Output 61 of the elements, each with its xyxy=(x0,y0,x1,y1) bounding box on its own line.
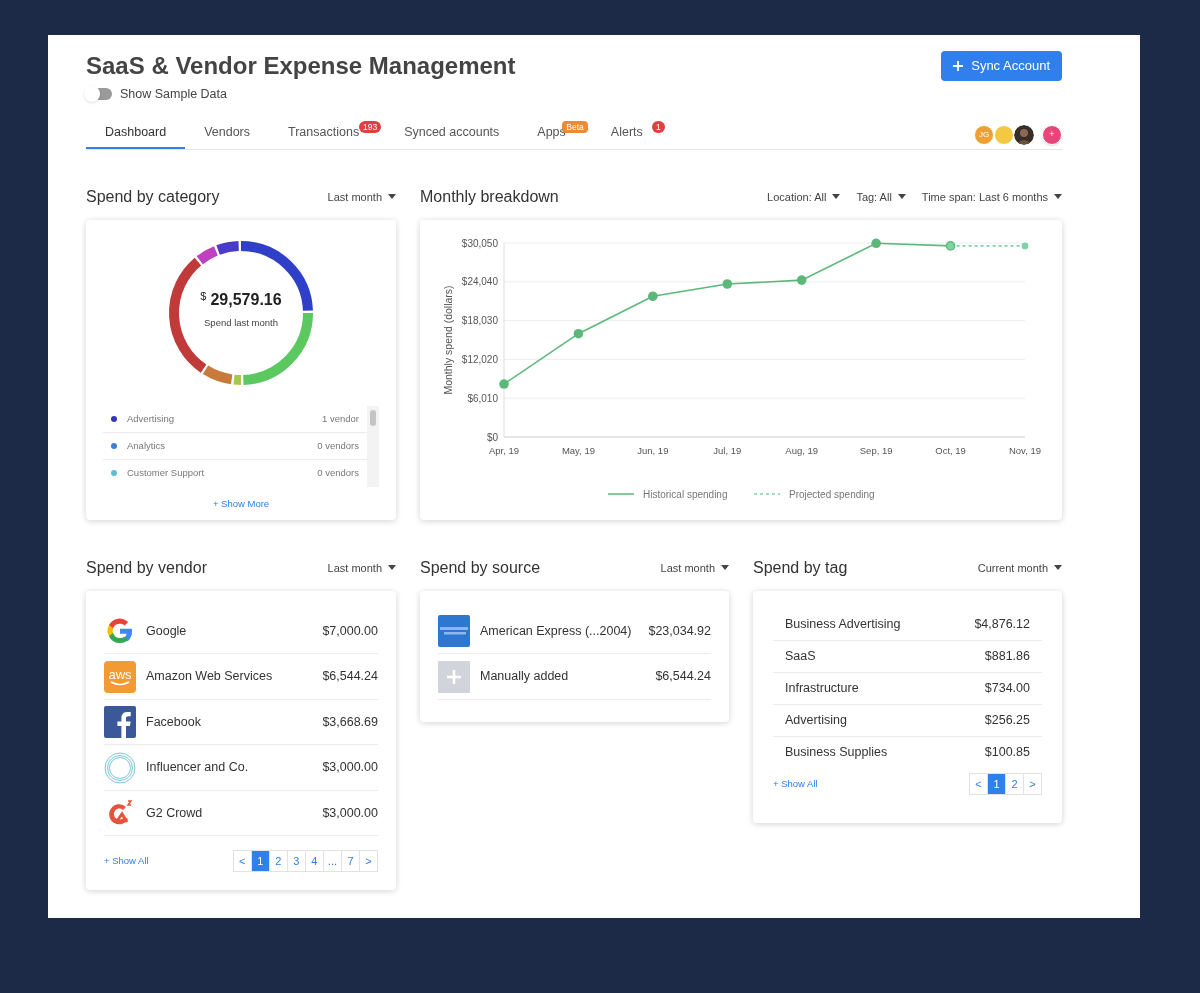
row-name: American Express (...2004) xyxy=(480,622,633,640)
row-name: SaaS xyxy=(785,647,817,665)
row-name: Influencer and Co. xyxy=(146,759,250,777)
toggle-label: Show Sample Data xyxy=(120,86,227,103)
x-tick-label: Jun, 19 xyxy=(637,444,669,456)
x-tick-label: May, 19 xyxy=(561,444,595,456)
section-title: Spend by vendor xyxy=(86,557,207,578)
row-amount: $100.85 xyxy=(984,744,1030,762)
category-name: Advertising xyxy=(127,411,175,426)
x-tick-label: Nov, 19 xyxy=(1009,444,1041,456)
x-tick-label: Jul, 19 xyxy=(713,444,742,456)
section-title: Monthly breakdown xyxy=(420,186,559,207)
beta-badge: Beta xyxy=(562,120,588,133)
row-name: Facebook xyxy=(146,713,202,731)
y-tick-label: $6,010 xyxy=(467,392,498,404)
row-amount: $6,544.24 xyxy=(655,668,711,686)
vendor-count: 0 vendors xyxy=(317,438,359,453)
row-name: Infrastructure xyxy=(785,679,860,697)
row-name: Manually added xyxy=(480,668,570,686)
row-amount: $6,544.24 xyxy=(322,668,378,686)
total-amount: 29,579.16 xyxy=(210,289,282,310)
x-tick-label: Aug, 19 xyxy=(785,444,819,456)
row-amount: $3,000.00 xyxy=(322,759,378,777)
row-amount: $3,668.69 xyxy=(322,713,378,731)
total-caption: Spend last month xyxy=(204,315,278,330)
y-axis-label: Monthly spend (dollars) xyxy=(442,285,454,395)
row-name: Amazon Web Services xyxy=(146,668,274,686)
section-title: Spend by category xyxy=(86,186,220,207)
row-amount: $3,000.00 xyxy=(322,804,378,822)
vendor-count: 1 vendor xyxy=(322,411,359,426)
y-tick-label: $12,020 xyxy=(461,353,498,365)
currency-symbol: $ xyxy=(200,288,207,304)
legend-label: Projected spending xyxy=(789,488,875,500)
x-tick-label: Apr, 19 xyxy=(488,444,520,456)
section-title: Spend by tag xyxy=(753,557,848,578)
count-badge: 193 xyxy=(358,120,382,133)
y-tick-label: $24,040 xyxy=(461,276,498,288)
legend-label: Historical spending xyxy=(643,488,728,500)
y-tick-label: $30,050 xyxy=(461,237,498,249)
row-amount: $23,034.92 xyxy=(648,622,711,640)
row-amount: $7,000.00 xyxy=(322,622,378,640)
y-tick-label: $0 xyxy=(486,431,498,443)
row-amount: $256.25 xyxy=(984,711,1030,729)
x-tick-label: Sep, 19 xyxy=(859,444,893,456)
row-amount: $881.86 xyxy=(984,647,1030,665)
row-name: Google xyxy=(146,622,188,640)
category-name: Analytics xyxy=(127,438,166,453)
logo-text: aws xyxy=(108,667,132,681)
row-name: Advertising xyxy=(785,711,848,729)
section-title: Spend by source xyxy=(420,557,541,578)
row-amount: $4,876.12 xyxy=(974,615,1030,633)
page-title: SaaS & Vendor Expense Management xyxy=(86,51,516,81)
count-badge: 1 xyxy=(652,120,665,133)
category-name: Customer Support xyxy=(127,466,206,481)
x-tick-label: Oct, 19 xyxy=(935,444,966,456)
vendor-count: 0 vendors xyxy=(317,466,359,481)
row-name: Business Supplies xyxy=(785,744,889,762)
y-tick-label: $18,030 xyxy=(461,314,498,326)
row-name: G2 Crowd xyxy=(146,804,204,822)
row-name: Business Advertising xyxy=(785,615,902,633)
row-amount: $734.00 xyxy=(984,679,1030,697)
